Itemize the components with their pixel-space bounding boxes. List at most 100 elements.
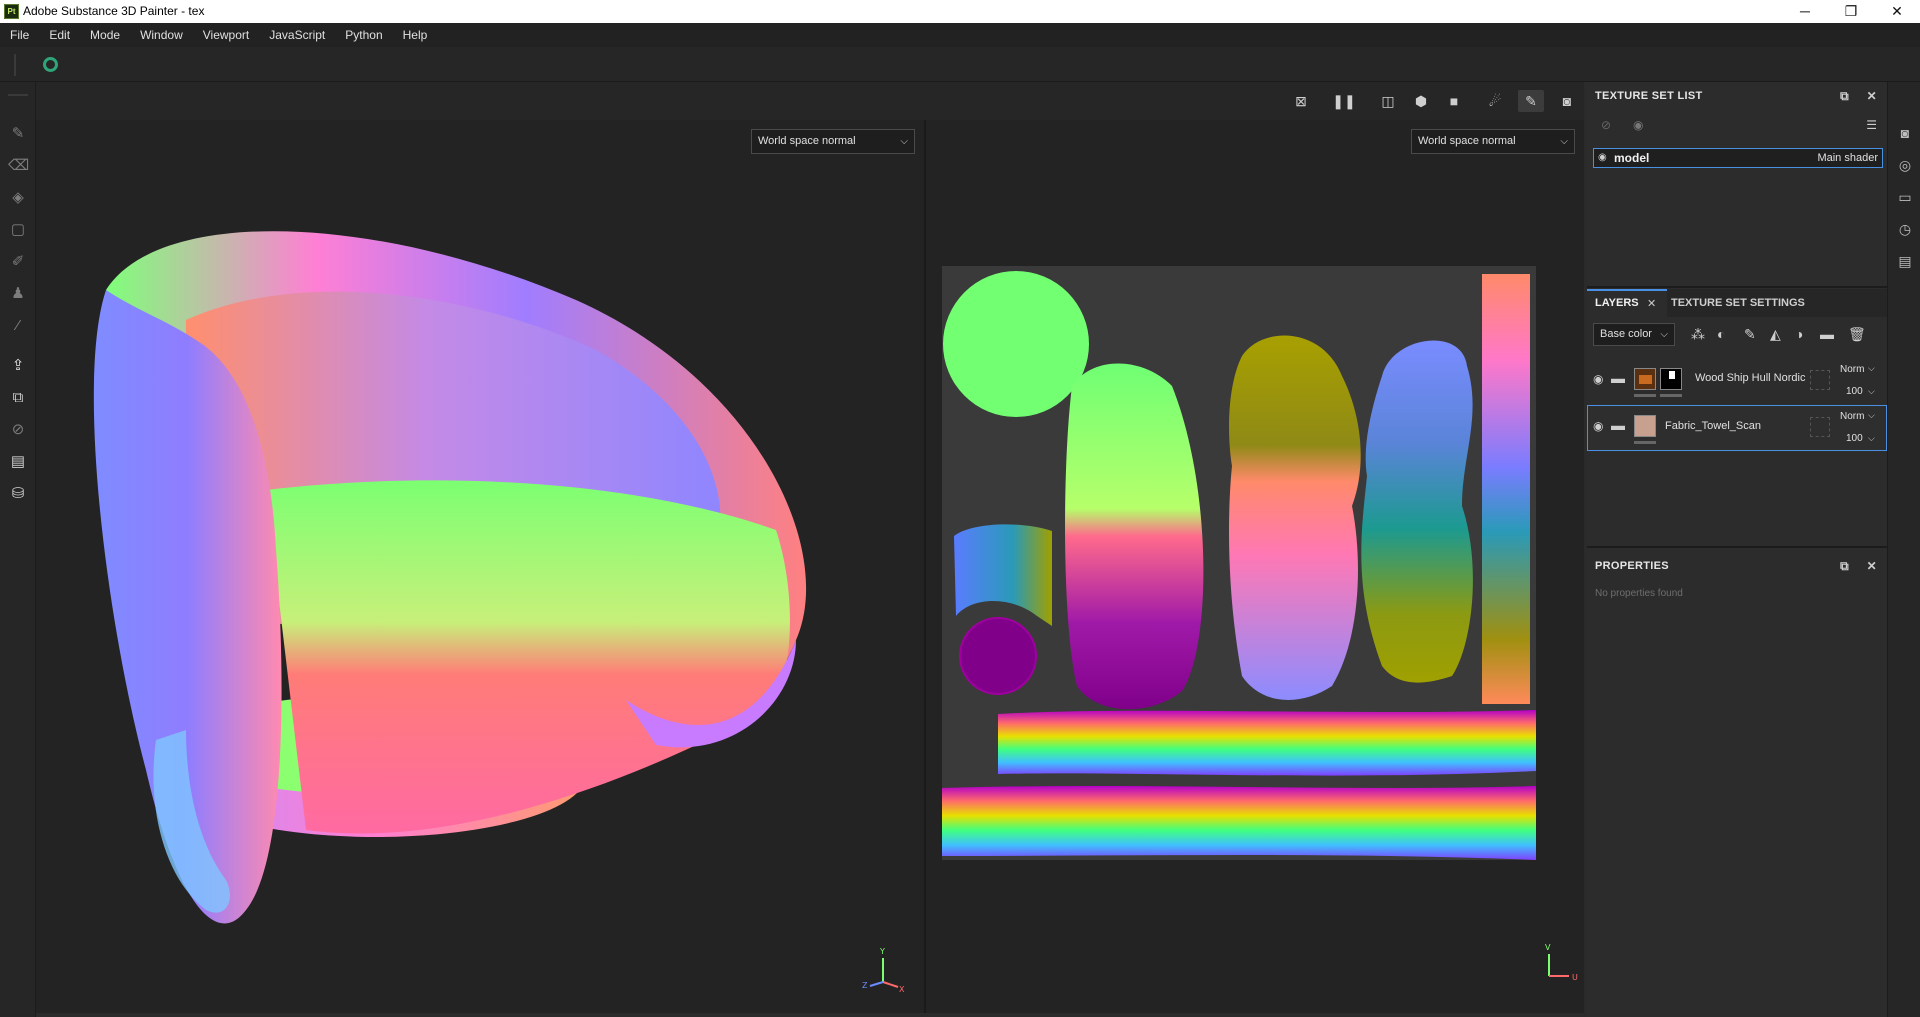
iray-icon[interactable]: ☄ [1482,90,1508,112]
menu-mode[interactable]: Mode [80,23,130,47]
undock-icon[interactable]: ⧉ [1840,89,1849,103]
close-panel-icon[interactable]: ✕ [1867,559,1877,573]
layer-name[interactable]: Wood Ship Hull Nordic [1695,372,1805,384]
paint-mode-icon[interactable]: ✎ [1518,90,1544,112]
axis-y-label: Y [879,947,885,956]
menu-bar: File Edit Mode Window Viewport JavaScript Pyth… [0,23,1920,47]
texture-export-icon[interactable]: ⧉ [8,388,28,408]
add-effect-icon[interactable]: ⁂ [1691,326,1705,343]
layer-row-selected[interactable]: ◉ ▬ Fabric_Towel_Scan Norm ⌵ 100 ⌵ [1587,405,1887,451]
axis-gizmo-3d: Y Z X [862,947,905,994]
geometry-mask-icon[interactable]: ▢ [8,220,28,240]
add-paint-layer-icon[interactable]: ✎ [1744,326,1756,343]
camera-icon[interactable]: ■ [1441,90,1467,112]
menu-edit[interactable]: Edit [39,23,80,47]
right-icon-strip: ◙ ◎ ▭ ◷ ▤ [1887,82,1920,1017]
channel-select-label: Base color [1600,328,1652,340]
layer-geometry-mask-slot[interactable] [1810,417,1830,437]
properties-empty-text: No properties found [1595,588,1683,599]
display-settings-icon[interactable]: ◙ [1896,124,1914,142]
right-viewport-mode-label: World space normal [1418,135,1516,147]
chevron-down-icon: ⌵ [1868,363,1875,373]
maximize-button[interactable]: ❐ [1828,0,1874,23]
panel-splitter[interactable] [1587,546,1887,548]
panel-splitter[interactable] [1587,286,1887,288]
add-mask-icon[interactable]: ◑ [1795,326,1803,342]
clone-stamp-icon[interactable]: ♟ [8,284,28,304]
axis-z-line [869,981,884,987]
menu-javascript[interactable]: JavaScript [259,23,335,47]
axis-v-label: V [1545,943,1551,952]
layer-blend-mode[interactable]: Norm [1840,364,1864,375]
menu-icon[interactable]: ☰ [1866,118,1877,132]
layer-geometry-mask-slot[interactable] [1810,370,1830,390]
assets-icon[interactable]: ▭ [1896,188,1914,206]
mask-thumb-underline [1660,394,1682,397]
layer-visibility-eye-icon[interactable]: ◉ [1593,419,1603,433]
tab-layers[interactable]: LAYERS ✕ [1587,289,1667,317]
viewport-2d[interactable]: World space normal ⌵ V U [926,120,1584,1013]
right-dock: TEXTURE SET LIST ⧉ ✕ ⊘ ◉ ☰ ◉ model Main … [1587,82,1887,1017]
projection-icon[interactable]: ◈ [8,188,28,208]
uv-icon[interactable]: ⊘ [8,420,28,440]
layer-material-thumbnail [1634,368,1656,390]
layer-row[interactable]: ◉ ▬ Wood Ship Hull Nordic Norm ⌵ 100 ⌵ [1587,358,1887,404]
app-logo: Pt [4,4,19,19]
chevron-down-icon: ⌵ [1868,433,1875,443]
screenshot-icon[interactable]: ◙ [1554,90,1580,112]
symmetry-icon[interactable]: ◫ [1375,90,1401,112]
menu-file[interactable]: File [0,23,39,47]
eye-icon[interactable]: ◉ [1633,118,1643,132]
plugin-ring-icon[interactable] [43,57,58,72]
texture-set-item[interactable]: ◉ model Main shader [1593,148,1883,168]
menu-viewport[interactable]: Viewport [193,23,259,47]
toolbar-grip [8,94,28,96]
eraser-icon[interactable]: ⌫ [8,156,29,176]
layer-opacity[interactable]: 100 [1846,386,1863,397]
axis-x-line [882,981,899,988]
color-picker-icon[interactable]: ⁄ [8,316,28,336]
uv-map-canvas [942,266,1536,860]
layer-blend-mode[interactable]: Norm [1840,411,1864,422]
tab-layers-label: LAYERS [1595,297,1639,309]
right-viewport-mode-select[interactable]: World space normal ⌵ [1411,129,1575,154]
texture-set-shader[interactable]: Main shader [1817,152,1878,164]
minimize-button[interactable]: ─ [1782,0,1828,23]
folder-icon: ▬ [1611,417,1625,433]
channel-select[interactable]: Base color ⌵ [1593,323,1675,346]
viewport-3d[interactable]: World space normal ⌵ Y Z X [36,120,924,1013]
context-toolbar [0,47,1920,82]
shader-settings-icon[interactable]: ◎ [1896,156,1914,174]
window-title: Adobe Substance 3D Painter - tex [23,4,205,18]
close-button[interactable]: ✕ [1874,0,1920,23]
smudge-icon[interactable]: ✐ [8,252,28,272]
close-panel-icon[interactable]: ✕ [1867,89,1877,103]
menu-window[interactable]: Window [130,23,193,47]
history-icon[interactable]: ◷ [1896,220,1914,238]
layers-toolbar: Base color ⌵ ⁂ ◐ ✎ ◭ ◑ ▬ 🗑 [1587,317,1887,353]
layer-name[interactable]: Fabric_Towel_Scan [1665,420,1761,432]
layer-opacity[interactable]: 100 [1846,433,1863,444]
add-fill-layer-icon[interactable]: ◭ [1770,326,1781,343]
visibility-eye-icon[interactable]: ◉ [1598,152,1607,163]
add-folder-icon[interactable]: ▬ [1820,326,1834,342]
document-icon[interactable]: ▤ [8,452,28,472]
pause-icon[interactable]: ❚❚ [1331,90,1357,112]
view-cube-icon[interactable]: ⬢ [1408,90,1434,112]
close-tab-icon[interactable]: ✕ [1647,297,1656,310]
menu-help[interactable]: Help [393,23,438,47]
layer-visibility-eye-icon[interactable]: ◉ [1593,372,1603,386]
hide-icon[interactable]: ⊠ [1288,90,1314,112]
layer-mask-thumbnail [1660,368,1682,390]
undock-icon[interactable]: ⧉ [1840,559,1849,573]
left-viewport-mode-select[interactable]: World space normal ⌵ [751,129,915,154]
menu-python[interactable]: Python [335,23,392,47]
paint-brush-icon[interactable]: ✎ [8,124,28,144]
log-icon[interactable]: ▤ [1896,252,1914,270]
bake-mesh-icon[interactable]: ⇪ [8,356,28,376]
tab-texture-set-settings[interactable]: TEXTURE SET SETTINGS [1671,297,1805,309]
add-smart-mask-icon[interactable]: ◐ [1717,326,1725,342]
delete-layer-icon[interactable]: 🗑 [1848,326,1866,343]
library-icon[interactable]: ⛁ [8,484,28,504]
hide-all-icon[interactable]: ⊘ [1601,118,1611,132]
